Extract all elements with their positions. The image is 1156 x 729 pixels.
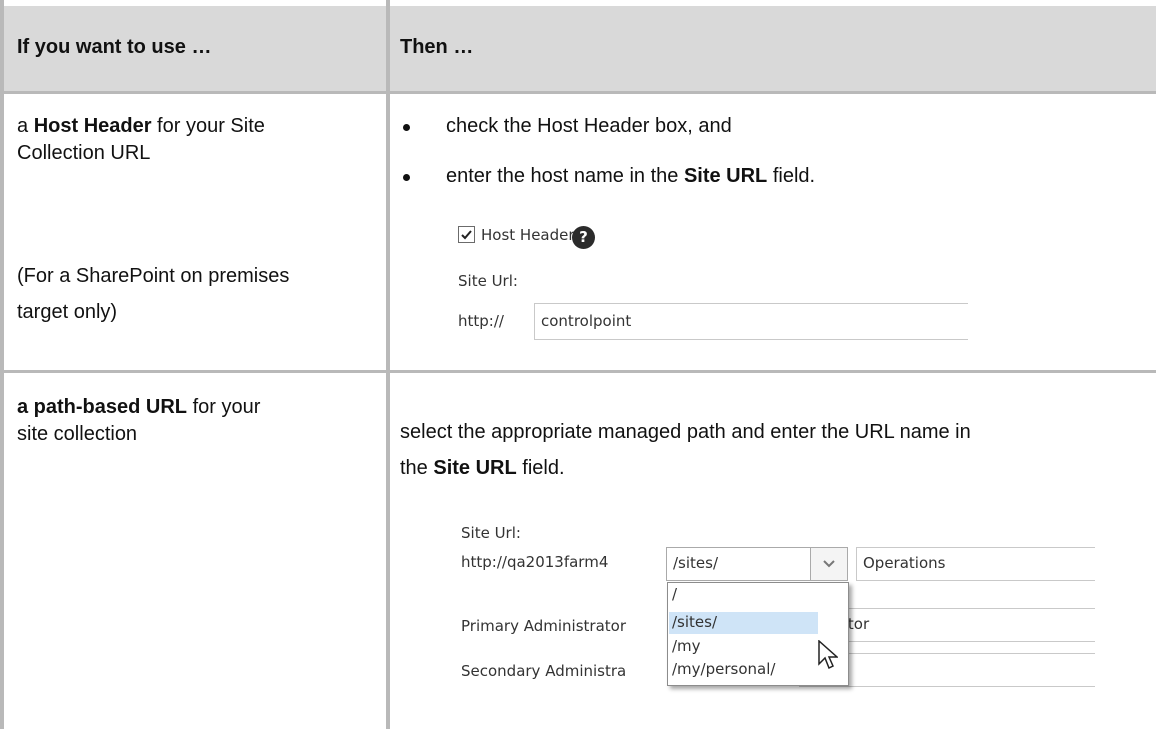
option-root[interactable]: / <box>672 585 677 603</box>
row2-desc-prefix: the <box>400 457 434 479</box>
row1-note: (For a SharePoint on premises target onl… <box>17 258 289 330</box>
header-col-1: If you want to use … <box>17 36 212 58</box>
row1-note-line1: (For a SharePoint on premises <box>17 265 290 287</box>
row2-bold-term: a path-based URL <box>17 396 188 418</box>
mouse-pointer-icon <box>818 640 838 670</box>
row2-desc-bold: Site URL <box>433 457 517 479</box>
question-circle-icon[interactable]: ? <box>572 226 595 249</box>
bullet-icon <box>403 124 410 131</box>
document-table: If you want to use … Then … a Host Heade… <box>0 0 1156 729</box>
managed-path-value: /sites/ <box>673 554 719 572</box>
host-header-checkbox[interactable] <box>458 226 475 243</box>
url-prefix: http:// <box>458 312 504 330</box>
site-url-value: controlpoint <box>541 312 632 330</box>
bullet-2-bold: Site URL <box>683 165 768 187</box>
row-divider <box>0 370 1156 373</box>
bullet-1-text: check the Host Header box, and <box>446 115 732 137</box>
dropdown-button[interactable] <box>810 548 847 580</box>
site-name-value: Operations <box>863 554 946 572</box>
host-header-label: Host Header <box>481 226 575 244</box>
row2-line2: site collection <box>17 423 138 445</box>
row2-condition: a path-based URL for your site collectio… <box>17 394 260 448</box>
chevron-down-icon <box>823 560 835 568</box>
managed-path-options[interactable]: / /sites/ /my /my/personal/ <box>667 582 849 686</box>
row2-desc-line1: select the appropriate managed path and … <box>400 421 971 443</box>
site-url-label-2: Site Url: <box>461 524 521 542</box>
row1-bullet-2: enter the host name in the Site URL fiel… <box>403 163 816 190</box>
checkmark-icon <box>461 230 472 240</box>
row1-rest: for your Site <box>151 115 265 137</box>
option-my-personal[interactable]: /my/personal/ <box>672 660 775 678</box>
site-url-label: Site Url: <box>458 272 518 290</box>
header-divider <box>0 91 1156 94</box>
option-sites[interactable]: /sites/ <box>672 613 717 631</box>
site-name-input[interactable]: Operations <box>856 547 1095 581</box>
row1-line2: Collection URL <box>17 142 151 164</box>
site-url-input[interactable]: controlpoint <box>534 303 968 340</box>
row1-bold-term: Host Header <box>33 115 152 137</box>
managed-path-select[interactable]: /sites/ <box>666 547 848 581</box>
table-left-border <box>0 0 4 729</box>
column-divider <box>386 0 390 729</box>
row1-bullet-1: check the Host Header box, and <box>403 113 732 140</box>
row1-note-line2: target only) <box>17 301 118 323</box>
secondary-admin-label: Secondary Administra <box>461 662 627 680</box>
row2-description: select the appropriate managed path and … <box>400 414 971 486</box>
bullet-icon <box>403 174 410 181</box>
bullet-2-prefix: enter the host name in the <box>446 165 684 187</box>
header-col-2: Then … <box>400 36 474 58</box>
primary-admin-label: Primary Administrator <box>461 617 626 635</box>
url-prefix-2: http://qa2013farm4 <box>461 553 609 571</box>
row2-rest: for your <box>187 396 261 418</box>
row1-prefix: a <box>17 115 34 137</box>
bullet-2-suffix: field. <box>767 165 816 187</box>
row1-condition: a Host Header for your Site Collection U… <box>17 113 265 167</box>
option-my[interactable]: /my <box>672 637 701 655</box>
row2-desc-suffix: field. <box>516 457 565 479</box>
